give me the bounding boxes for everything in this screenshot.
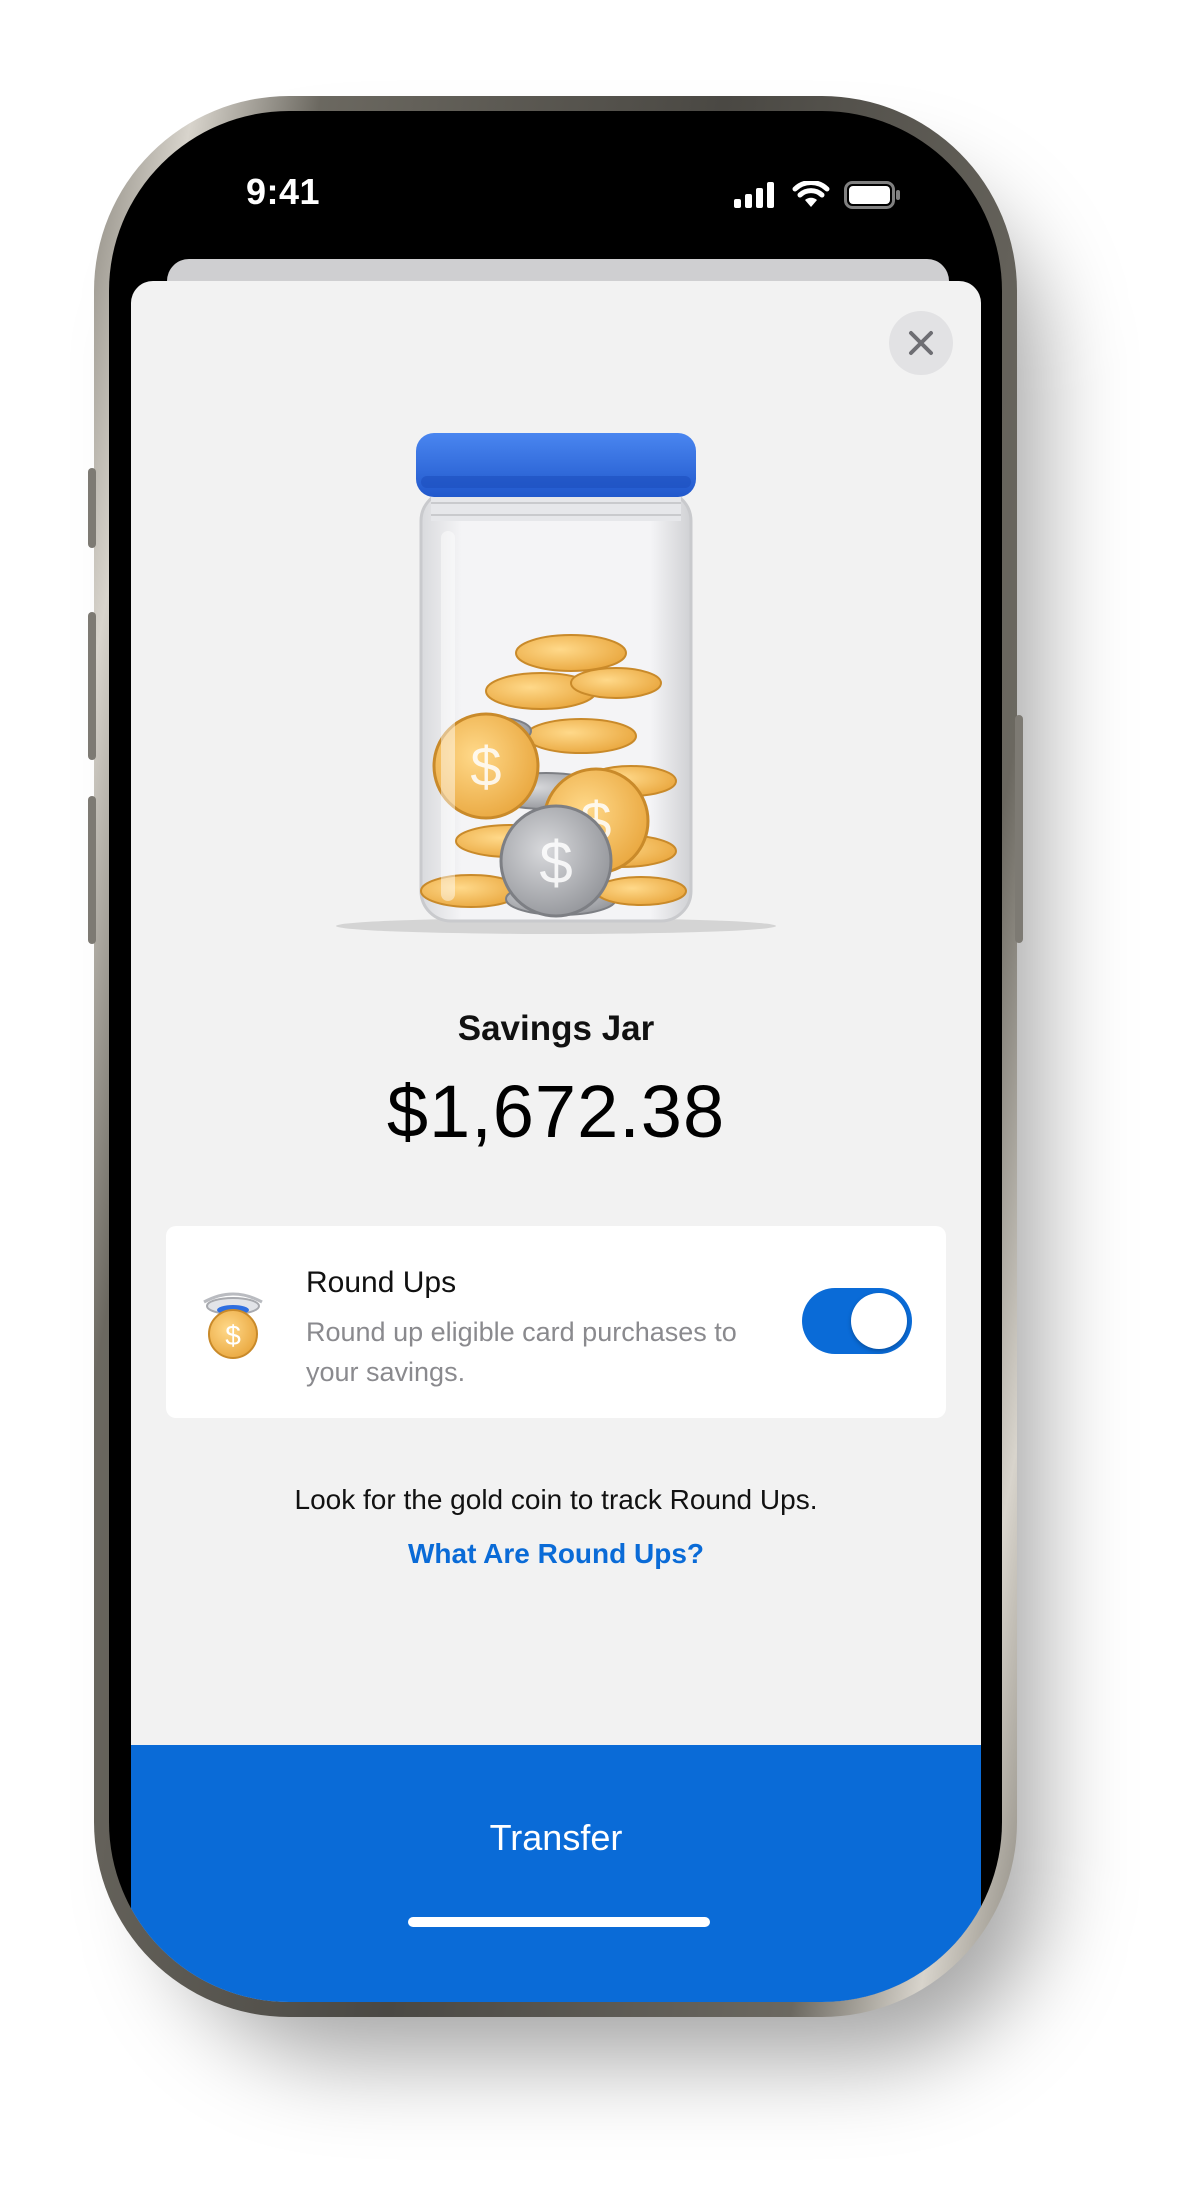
status-icons [734, 181, 902, 209]
gold-coin-icon: $ [203, 1292, 263, 1359]
transfer-button[interactable]: Transfer [131, 1745, 981, 2002]
home-indicator [408, 1917, 710, 1927]
savings-jar-sheet: $ $ $ Savings Jar $1,672.38 $ Round Ups … [131, 281, 981, 2002]
svg-text:$: $ [225, 1320, 241, 1351]
power-button [1015, 715, 1023, 943]
round-ups-card: $ Round Ups Round up eligible card purch… [166, 1226, 946, 1418]
round-ups-toggle[interactable] [802, 1288, 912, 1354]
close-icon [909, 331, 933, 355]
volume-down-button [88, 796, 96, 944]
volume-up-button [88, 612, 96, 760]
wifi-icon [792, 181, 830, 207]
svg-text:$: $ [539, 829, 572, 896]
battery-icon [844, 181, 900, 209]
jar-title: Savings Jar [457, 1009, 655, 1048]
jar-balance: $1,672.38 [386, 1070, 726, 1153]
status-time: 9:41 [246, 171, 321, 212]
savings-jar-illustration: $ $ $ [336, 433, 776, 934]
phone-screen: 9:41 $ $ Savings Jar $1,672.38 $ Round U… [109, 111, 1002, 2002]
what-are-round-ups-link[interactable]: What Are Round Ups? [131, 1538, 981, 1570]
round-ups-description: Round up eligible card purchases to your… [306, 1317, 737, 1387]
toggle-knob [851, 1293, 907, 1349]
cellular-signal-icon [734, 182, 774, 208]
status-bar: 9:41 [109, 111, 1002, 251]
round-ups-hint: Look for the gold coin to track Round Up… [294, 1484, 818, 1515]
transfer-button-label: Transfer [489, 1817, 623, 1858]
round-ups-title: Round Ups [306, 1266, 457, 1299]
action-button [88, 468, 96, 548]
close-button[interactable] [889, 311, 953, 375]
svg-text:$: $ [470, 735, 501, 798]
